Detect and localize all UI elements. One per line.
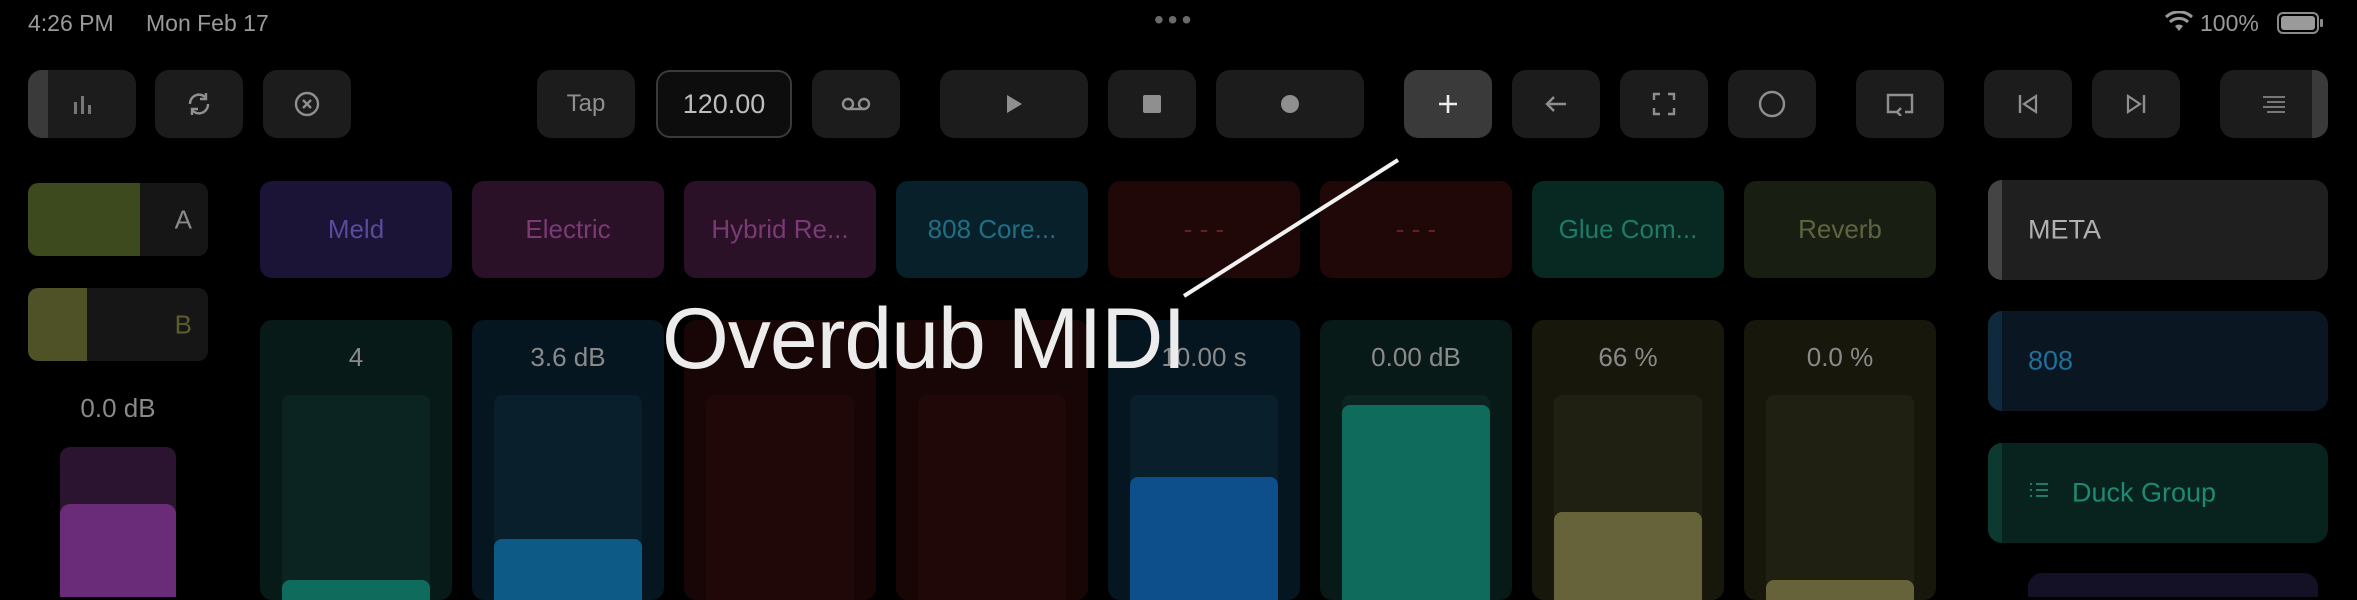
loop-return-button[interactable] <box>1856 70 1944 138</box>
skip-back-button[interactable] <box>1984 70 2072 138</box>
record-button[interactable] <box>1216 70 1364 138</box>
param-4-track <box>918 395 1066 600</box>
cancel-button[interactable] <box>263 70 351 138</box>
param-1-value: 4 <box>260 342 452 373</box>
play-icon <box>1004 93 1024 115</box>
duck-group-label: Duck Group <box>2072 478 2216 509</box>
close-circle-icon <box>293 90 321 118</box>
device-electric[interactable]: Electric <box>472 181 664 278</box>
macro-b-label: B <box>175 309 192 340</box>
levels-bars-icon <box>71 94 93 114</box>
track-808-label: 808 <box>2028 346 2073 377</box>
device-glue-compressor[interactable]: Glue Com... <box>1532 181 1724 278</box>
menu-edge <box>2312 70 2328 138</box>
param-1-bar <box>282 580 430 600</box>
skip-forward-button[interactable] <box>2092 70 2180 138</box>
device-reverb[interactable]: Reverb <box>1744 181 1936 278</box>
param-8-value: 0.0 % <box>1744 342 1936 373</box>
param-2-track <box>494 395 642 600</box>
plus-icon <box>1437 93 1459 115</box>
device-hybrid-reverb[interactable]: Hybrid Re... <box>684 181 876 278</box>
macro-b-fill <box>28 288 87 361</box>
stop-icon <box>1143 95 1161 113</box>
tempo-field[interactable]: 120.00 <box>656 70 792 138</box>
tap-tempo-button[interactable]: Tap <box>537 70 635 138</box>
param-2-value: 3.6 dB <box>472 342 664 373</box>
meta-track-label: META <box>2028 215 2101 246</box>
overdub-button[interactable] <box>1404 70 1492 138</box>
device-808-core[interactable]: 808 Core... <box>896 181 1088 278</box>
param-6-track <box>1342 395 1490 600</box>
master-volume-fader[interactable] <box>60 447 176 597</box>
menu-button[interactable] <box>2220 70 2328 138</box>
param-7-value: 66 % <box>1532 342 1724 373</box>
param-8-bar <box>1766 580 1914 600</box>
param-6[interactable]: 0.00 dB <box>1320 320 1512 600</box>
return-icon <box>1885 92 1915 116</box>
macro-a-label: A <box>175 204 192 235</box>
param-7-bar <box>1554 512 1702 600</box>
tape-button[interactable] <box>812 70 900 138</box>
wifi-icon <box>2164 11 2194 38</box>
param-2-bar <box>494 539 642 600</box>
multitask-dots[interactable]: ••• <box>1154 4 1195 36</box>
duck-group[interactable]: Duck Group <box>1988 443 2328 543</box>
list-icon <box>2028 479 2050 506</box>
device-empty-2[interactable]: - - - <box>1320 181 1512 278</box>
track-808-edge <box>1988 311 2002 411</box>
overlay-label: Overdub MIDI <box>662 290 1185 389</box>
param-6-bar <box>1342 405 1490 600</box>
meta-track-edge <box>1988 180 2002 280</box>
param-3-track <box>706 395 854 600</box>
master-volume-fill <box>60 504 176 597</box>
circle-button[interactable] <box>1728 70 1816 138</box>
meta-track[interactable]: META <box>1988 180 2328 280</box>
play-button[interactable] <box>940 70 1088 138</box>
skip-forward-icon <box>2125 93 2147 115</box>
record-icon <box>1280 94 1300 114</box>
battery-percent: 100% <box>2200 10 2259 37</box>
param-1[interactable]: 4 <box>260 320 452 600</box>
macro-a[interactable]: A <box>28 183 208 256</box>
status-time: 4:26 PM <box>28 10 114 37</box>
macro-b[interactable]: B <box>28 288 208 361</box>
macro-a-fill <box>28 183 140 256</box>
next-track-edge <box>2028 573 2318 597</box>
param-8[interactable]: 0.0 % <box>1744 320 1936 600</box>
loop-sync-icon <box>185 90 213 118</box>
param-7-track <box>1554 395 1702 600</box>
loop-sync-button[interactable] <box>155 70 243 138</box>
param-5-bar <box>1130 477 1278 600</box>
back-button[interactable] <box>1512 70 1600 138</box>
levels-icon <box>28 70 48 138</box>
circle-icon <box>1758 90 1786 118</box>
battery-icon <box>2277 12 2325 39</box>
skip-back-icon <box>2017 93 2039 115</box>
stop-button[interactable] <box>1108 70 1196 138</box>
param-1-track <box>282 395 430 600</box>
menu-icon <box>2261 94 2287 114</box>
levels-button[interactable] <box>28 70 136 138</box>
track-808[interactable]: 808 <box>1988 311 2328 411</box>
tape-icon <box>840 94 872 114</box>
status-date: Mon Feb 17 <box>146 10 269 37</box>
param-6-value: 0.00 dB <box>1320 342 1512 373</box>
param-8-track <box>1766 395 1914 600</box>
param-5-track <box>1130 395 1278 600</box>
duck-group-edge <box>1988 443 2002 543</box>
arrow-left-icon <box>1544 94 1568 114</box>
fullscreen-icon <box>1652 92 1676 116</box>
fullscreen-button[interactable] <box>1620 70 1708 138</box>
param-2[interactable]: 3.6 dB <box>472 320 664 600</box>
device-empty-1[interactable]: - - - <box>1108 181 1300 278</box>
device-meld[interactable]: Meld <box>260 181 452 278</box>
master-volume-value: 0.0 dB <box>28 393 208 424</box>
param-7[interactable]: 66 % <box>1532 320 1724 600</box>
